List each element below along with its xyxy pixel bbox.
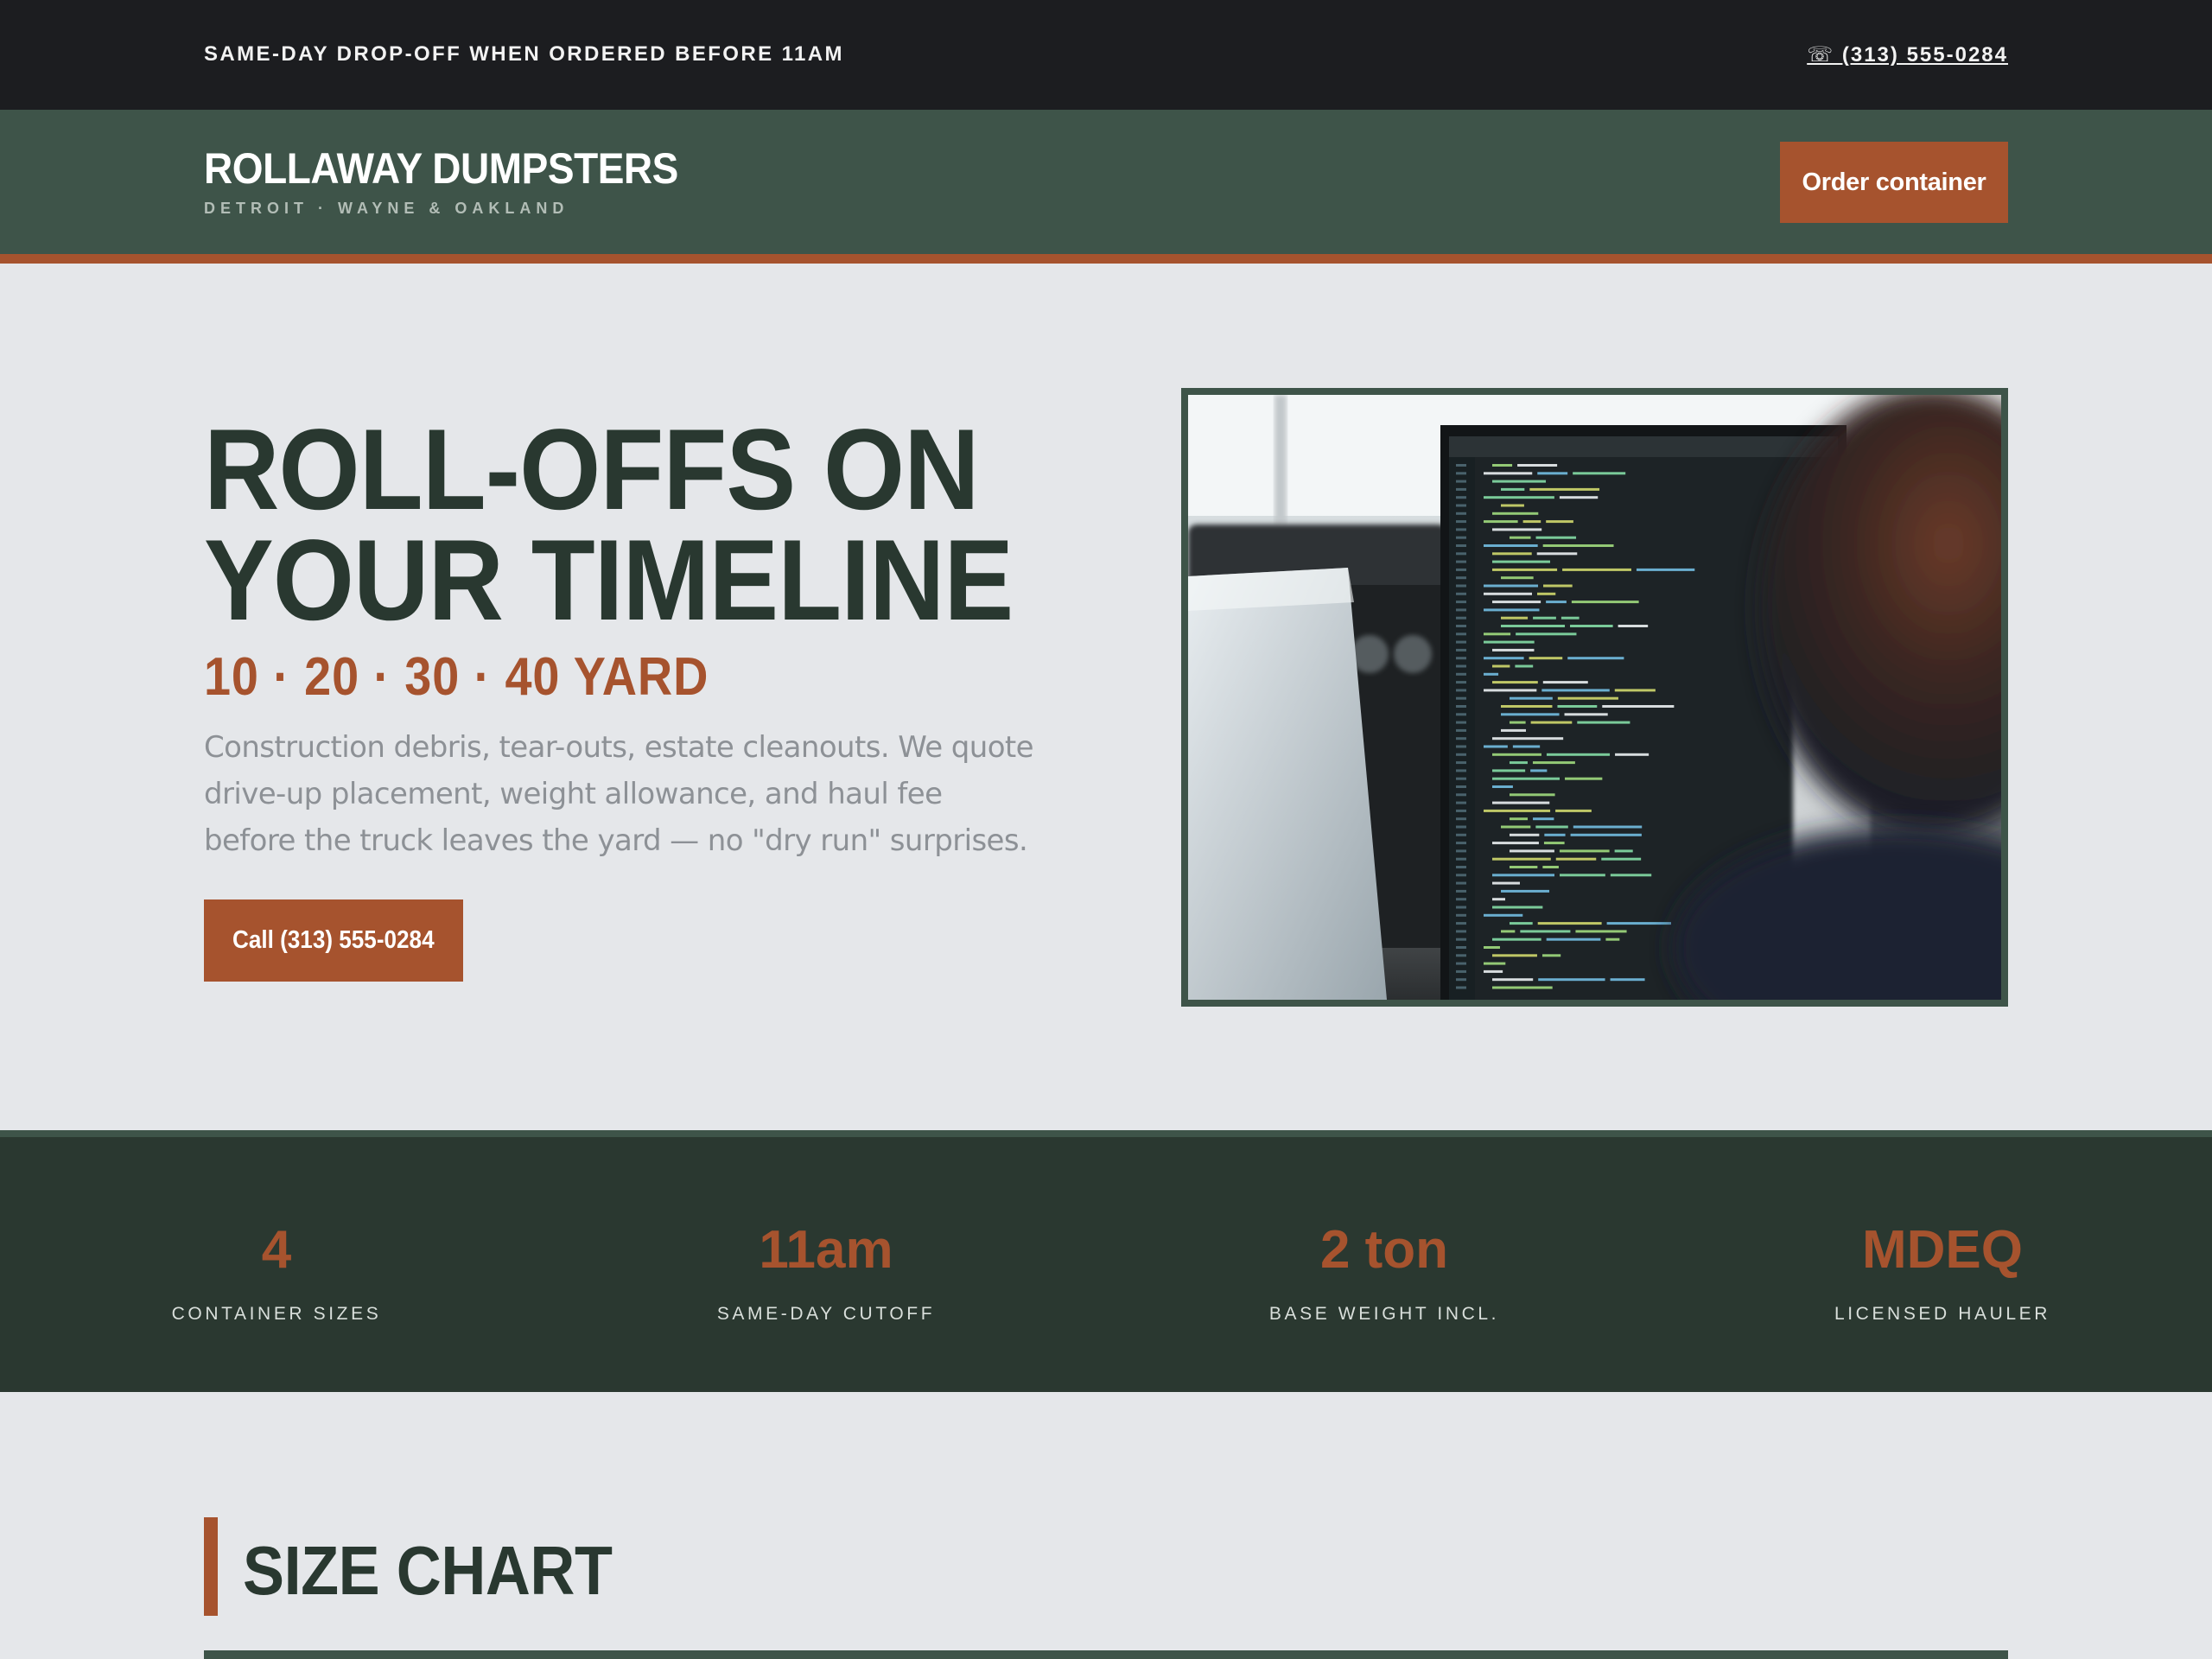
- stat-label: LICENSED HAULER: [1834, 1304, 2051, 1324]
- hero-title: ROLL-OFFS ON YOUR TIMELINE: [204, 406, 1069, 645]
- stats-strip: 4 CONTAINER SIZES 11am SAME-DAY CUTOFF 2…: [0, 1130, 2212, 1392]
- header-accent-stripe: [0, 254, 2212, 264]
- heading-accent-bar: [204, 1517, 218, 1616]
- stat-container-sizes: 4 CONTAINER SIZES: [0, 1137, 553, 1392]
- stat-value: MDEQ: [1862, 1220, 2023, 1280]
- brand-name[interactable]: ROLLAWAY DUMPSTERS: [204, 143, 678, 194]
- hero-yard-sizes: 10 · 20 · 30 · 40 YARD: [204, 647, 709, 707]
- size-chart-table-header: [204, 1650, 2008, 1659]
- hero-title-line-1: ROLL-OFFS ON: [204, 406, 980, 534]
- call-button-label: Call (313) 555-0284: [232, 926, 435, 954]
- hero-photo: [1181, 388, 2008, 1007]
- hero-title-line-2: YOUR TIMELINE: [204, 517, 1014, 645]
- developer-monitors-photo-icon: [1188, 395, 2001, 1000]
- same-day-notice: SAME-DAY DROP-OFF WHEN ORDERED BEFORE 11…: [204, 42, 844, 66]
- stat-same-day-cutoff: 11am SAME-DAY CUTOFF: [550, 1137, 1103, 1392]
- size-chart-title: SIZE CHART: [243, 1532, 613, 1609]
- stat-value: 11am: [759, 1220, 893, 1280]
- stat-label: BASE WEIGHT INCL.: [1268, 1304, 1500, 1324]
- topbar-phone-link[interactable]: ☏ (313) 555-0284: [1807, 42, 2008, 67]
- brand-service-area: DETROIT · WAYNE & OAKLAND: [204, 200, 569, 217]
- stat-label: CONTAINER SIZES: [171, 1304, 382, 1324]
- stat-label: SAME-DAY CUTOFF: [716, 1304, 936, 1324]
- order-container-button[interactable]: Order container: [1780, 142, 2008, 223]
- hero-description: Construction debris, tear-outs, estate c…: [204, 730, 1034, 858]
- call-phone-button[interactable]: Call (313) 555-0284: [204, 899, 463, 982]
- site-header: ROLLAWAY DUMPSTERS DETROIT · WAYNE & OAK…: [0, 110, 2212, 264]
- stat-value: 4: [261, 1220, 292, 1280]
- stat-base-weight: 2 ton BASE WEIGHT INCL.: [1108, 1137, 1661, 1392]
- stat-licensed-hauler: MDEQ LICENSED HAULER: [1666, 1137, 2212, 1392]
- stat-value: 2 ton: [1319, 1220, 1449, 1280]
- announcement-bar: SAME-DAY DROP-OFF WHEN ORDERED BEFORE 11…: [0, 0, 2212, 110]
